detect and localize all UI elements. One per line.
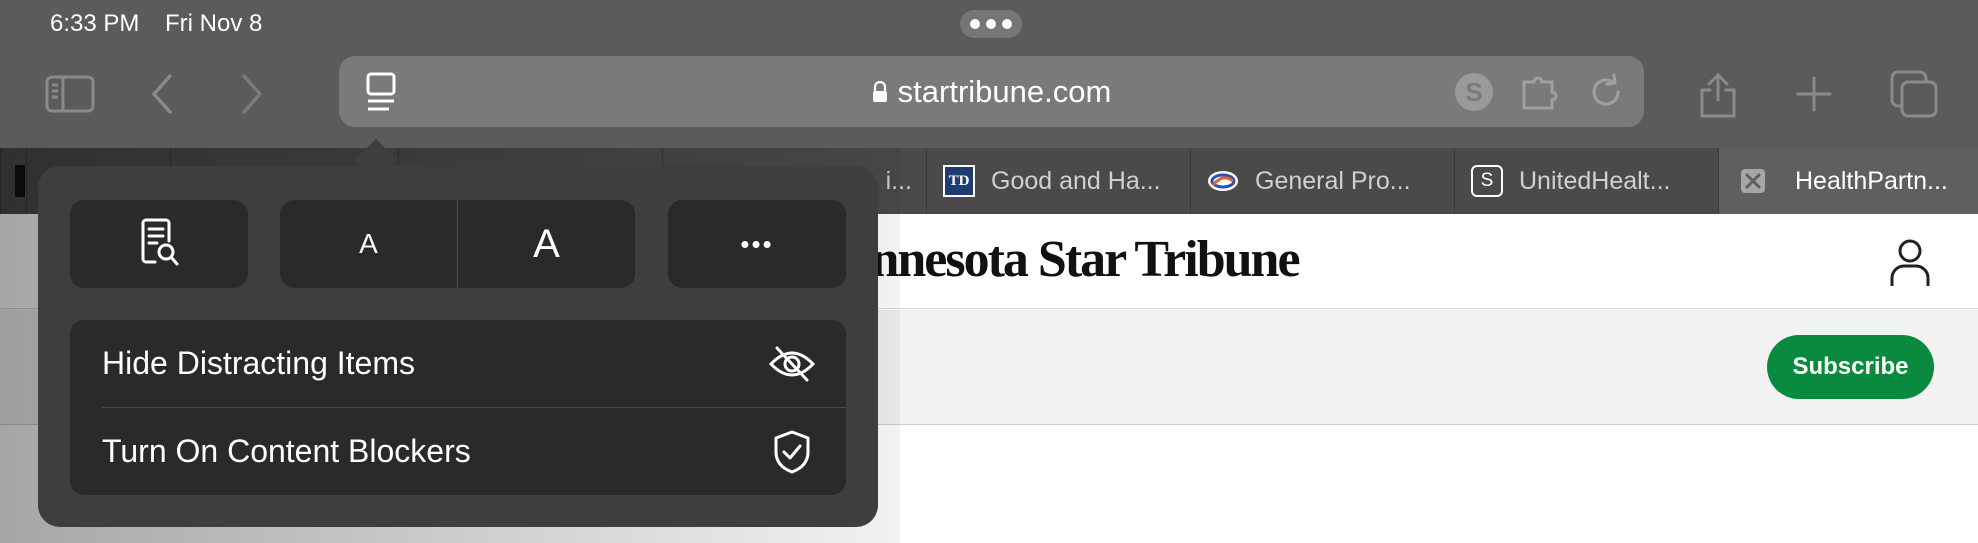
td-favicon-icon: TD [943,165,975,197]
tab-good-and-ha[interactable]: TD Good and Ha... [926,148,1190,214]
gm-favicon-icon [1207,165,1239,197]
browser-toolbar: 6:33 PM Fri Nov 8 startribune.com S [0,0,1978,148]
page-search-icon [135,217,183,272]
decrease-text-size-button[interactable]: A [280,200,457,288]
sidebar-icon[interactable] [42,66,98,122]
tab-healthpartners[interactable]: HealthPartn... [1718,148,1978,214]
reload-icon[interactable] [1584,70,1628,114]
increase-text-size-button[interactable]: A [458,200,635,288]
ellipsis-icon: ••• [740,228,774,259]
svg-text:S: S [1465,77,1482,107]
tab-unitedhealth[interactable]: S UnitedHealt... [1454,148,1718,214]
profile-icon[interactable] [1888,238,1932,288]
address-bar[interactable]: startribune.com S [339,56,1644,127]
tab-general-pro[interactable]: General Pro... [1190,148,1454,214]
page-menu-popover: A A ••• Hide Distracting Items Turn On C… [38,166,878,527]
url-display: startribune.com [339,74,1644,110]
new-tab-icon[interactable] [1786,66,1842,122]
content-blockers-row[interactable]: Turn On Content Blockers [70,408,846,495]
shield-check-icon [768,428,816,476]
close-tab-icon[interactable] [1741,169,1765,193]
share-icon[interactable] [1690,66,1746,122]
status-time: 6:33 PM [50,10,140,37]
page-menu-list: Hide Distracting Items Turn On Content B… [70,320,846,495]
eye-slash-icon [768,340,816,388]
more-options-button[interactable]: ••• [668,200,846,288]
lock-icon [872,75,888,102]
reader-search-button[interactable] [70,200,248,288]
subscribe-button[interactable]: Subscribe [1767,335,1934,399]
forward-icon[interactable] [222,66,278,122]
url-domain: startribune.com [897,74,1112,109]
status-date: Fri Nov 8 [165,10,263,37]
multitasking-dots-icon[interactable] [960,10,1022,38]
back-icon[interactable] [136,66,192,122]
text-size-control: A A [280,200,635,288]
extension-s-icon[interactable]: S [1452,70,1496,114]
extensions-puzzle-icon[interactable] [1519,70,1563,114]
tab-overview-icon[interactable] [1886,66,1942,122]
site-logo[interactable]: innesota Star Tribune [858,230,1301,289]
hide-distracting-items-row[interactable]: Hide Distracting Items [70,320,846,407]
s-favicon-icon: S [1471,165,1503,197]
